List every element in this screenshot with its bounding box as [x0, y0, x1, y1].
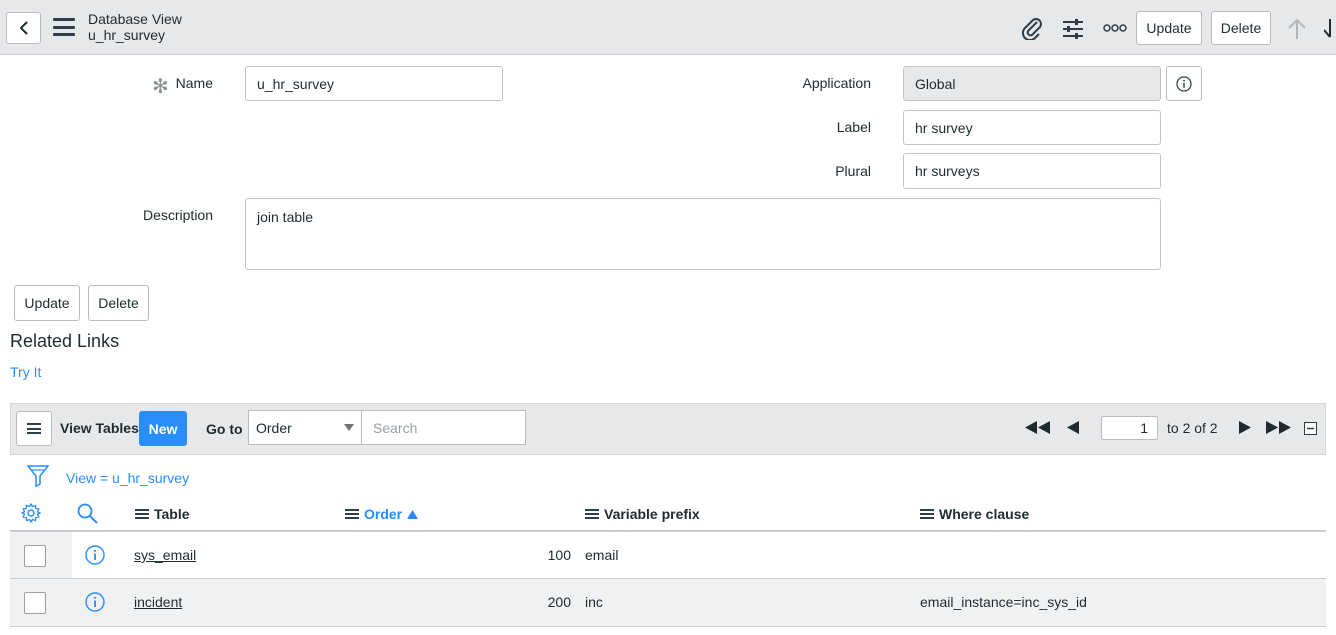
goto-label: Go to: [206, 421, 243, 437]
column-menu-icon: [585, 509, 599, 519]
update-button[interactable]: Update: [14, 285, 80, 321]
delete-button[interactable]: Delete: [88, 285, 149, 321]
dropdown-arrow-icon: [344, 424, 354, 431]
filter-breadcrumb[interactable]: View = u_hr_survey: [66, 470, 189, 486]
table-row: incident 200 inc email_instance=inc_sys_…: [10, 579, 1326, 626]
settings-sliders-icon[interactable]: [1062, 18, 1084, 40]
list-settings-gear-icon[interactable]: [21, 503, 41, 523]
header-delete-button[interactable]: Delete: [1211, 11, 1271, 45]
plural-field[interactable]: hr surveys: [903, 153, 1161, 189]
table-cell-order: 100: [547, 547, 571, 563]
list-menu-button[interactable]: [16, 411, 52, 446]
next-page-icon[interactable]: [1239, 421, 1251, 434]
column-header-order[interactable]: Order: [345, 506, 419, 522]
chevron-left-icon: [19, 21, 28, 35]
list-search-input[interactable]: Search: [361, 410, 526, 445]
table-cell-table-link[interactable]: sys_email: [134, 547, 196, 563]
related-links-title: Related Links: [10, 331, 120, 351]
table-row: sys_email 100 email: [10, 532, 1326, 579]
filter-icon[interactable]: [27, 464, 49, 488]
first-page-icon[interactable]: [1025, 421, 1051, 434]
previous-record-icon[interactable]: [1286, 18, 1308, 40]
plural-label: Plural: [835, 163, 871, 179]
new-button[interactable]: New: [139, 411, 187, 446]
table-cell-where-clause: email_instance=inc_sys_id: [920, 594, 1087, 610]
application-field: Global: [903, 66, 1161, 101]
search-icon[interactable]: [77, 503, 98, 524]
page-number-input[interactable]: 1: [1101, 416, 1158, 440]
record-preview-info-icon[interactable]: [85, 592, 105, 612]
name-field[interactable]: u_hr_survey: [245, 66, 503, 101]
context-menu-icon[interactable]: [53, 18, 75, 36]
application-label: Application: [802, 75, 872, 91]
goto-select-value: Order: [256, 419, 292, 436]
previous-page-icon[interactable]: [1067, 421, 1079, 434]
more-options-icon[interactable]: [1103, 24, 1127, 32]
description-field[interactable]: join table: [245, 198, 1161, 270]
row-divider: [10, 626, 1326, 627]
application-info-button[interactable]: [1166, 66, 1202, 101]
form-header: Database View u_hr_survey Update Delete: [0, 0, 1336, 55]
goto-field-select[interactable]: Order: [248, 410, 362, 445]
row-checkbox[interactable]: [24, 545, 46, 567]
column-header-variable-prefix[interactable]: Variable prefix: [585, 506, 700, 522]
row-checkbox[interactable]: [24, 592, 46, 614]
column-header-table[interactable]: Table: [135, 506, 190, 522]
label-field[interactable]: hr survey: [903, 110, 1161, 145]
last-page-icon[interactable]: [1266, 421, 1292, 434]
next-record-icon[interactable]: [1324, 18, 1336, 40]
table-cell-order: 200: [547, 594, 571, 610]
info-icon: [1176, 75, 1192, 92]
page-title: Database View: [88, 11, 182, 27]
table-cell-table-link[interactable]: incident: [134, 594, 182, 610]
table-cell-variable-prefix: inc: [585, 594, 603, 610]
table-cell-variable-prefix: email: [585, 547, 619, 563]
column-menu-icon: [135, 509, 149, 519]
list-title: View Tables: [60, 420, 139, 436]
record-preview-info-icon[interactable]: [85, 545, 105, 565]
column-menu-icon: [920, 509, 934, 519]
name-label: Name: [175, 75, 213, 91]
column-menu-icon: [345, 509, 359, 519]
label-label: Label: [836, 119, 871, 135]
column-header-where-clause[interactable]: Where clause: [920, 506, 1029, 522]
collapse-list-icon[interactable]: [1304, 422, 1317, 435]
header-update-button[interactable]: Update: [1136, 11, 1202, 45]
record-name: u_hr_survey: [88, 27, 166, 43]
sort-ascending-icon: [407, 509, 419, 519]
page-range-text: to 2 of 2: [1167, 420, 1218, 436]
paperclip-icon[interactable]: [1021, 16, 1043, 40]
menu-icon: [27, 423, 41, 434]
description-label: Description: [142, 207, 213, 223]
back-button[interactable]: [6, 12, 41, 44]
try-it-link[interactable]: Try It: [10, 364, 41, 380]
